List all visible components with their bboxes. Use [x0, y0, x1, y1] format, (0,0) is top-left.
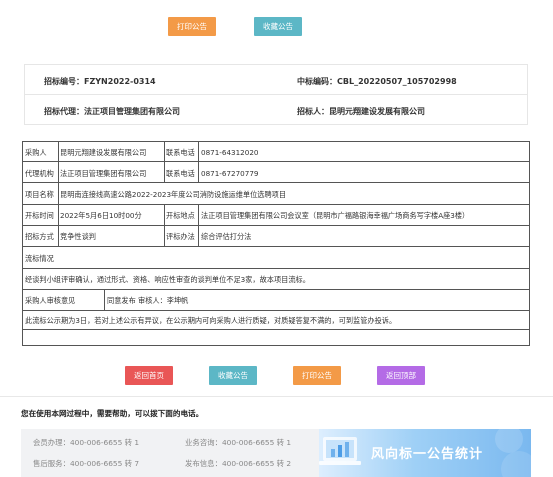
print-notice-button[interactable]: 打印公告	[168, 17, 216, 36]
project-label: 项目名称	[25, 190, 54, 199]
help-title: 您在使用本网过程中，需要帮助，可以拨下面的电话。	[21, 409, 204, 418]
agency-phone: 0871-67270779	[201, 169, 259, 178]
open-place-label: 开标地点	[166, 211, 195, 220]
purchaser-label: 采购人	[25, 148, 47, 157]
tender-number: 招标编号：FZYN2022-0314	[44, 76, 156, 87]
section-divider	[0, 396, 553, 397]
tender-agency-label: 招标代理：	[44, 107, 84, 116]
tenderer-label: 招标人：	[297, 107, 329, 116]
banner-title: 风向标一公告统计	[371, 447, 484, 462]
detail-table: 采购人 昆明元翔建设发展有限公司 联系电话 0871-64312020 代理机构…	[22, 141, 530, 346]
after-sales-phone: 售后服务：400-006-6655 转 7	[33, 459, 140, 468]
tender-number-label: 招标编号：	[44, 77, 84, 86]
notice-statistics-banner[interactable]: 风向标一公告统计	[319, 429, 531, 477]
purchaser-phone: 0871-64312020	[201, 148, 259, 157]
return-home-button[interactable]: 返回首页	[125, 366, 173, 385]
open-time-label: 开标时间	[25, 211, 54, 220]
business-consult-phone: 业务咨询：400-006-6655 转 1	[185, 438, 292, 447]
purchaser-phone-label: 联系电话	[166, 148, 195, 157]
page-card: 打印公告 收藏公告 招标编号：FZYN2022-0314 中标编码：CBL_20…	[0, 0, 553, 477]
tender-agency: 招标代理：法正项目管理集团有限公司	[44, 106, 180, 117]
tender-agency-value: 法正项目管理集团有限公司	[84, 107, 180, 116]
agency-label: 代理机构	[25, 169, 54, 178]
open-place-value: 法正项目管理集团有限公司会议室（昆明市广福路银海幸福广场商务写字楼A座3楼）	[201, 211, 470, 220]
platform-number-label: 中标编码：	[297, 77, 337, 86]
review-label: 采购人审核意见	[25, 296, 76, 305]
platform-number-value: CBL_20220507_105702998	[337, 77, 457, 86]
print-notice-bottom-button[interactable]: 打印公告	[293, 366, 341, 385]
open-time-value: 2022年5月6日10时00分	[60, 211, 142, 220]
notice-text: 此流标公示期为3日，若对上述公示有异议，在公示期内可向采购人进行质疑，对质疑答复…	[25, 316, 397, 325]
member-service-phone: 会员办理：400-006-6655 转 1	[33, 438, 140, 447]
agency-value: 法正项目管理集团有限公司	[60, 169, 147, 178]
tender-number-value: FZYN2022-0314	[84, 77, 156, 86]
method-value: 竞争性谈判	[60, 232, 96, 241]
info-divider	[25, 94, 527, 95]
favorite-notice-button[interactable]: 收藏公告	[254, 17, 302, 36]
platform-number: 中标编码：CBL_20220507_105702998	[297, 76, 457, 87]
review-value: 同意发布 审核人：李坤帆	[107, 296, 189, 305]
publish-info-phone: 发布信息：400-006-6655 转 2	[185, 459, 292, 468]
project-value: 昆明南连接线高速公路2022-2023年度公司消防设施运维单位选聘项目	[60, 190, 287, 199]
eval-value: 综合评估打分法	[201, 232, 252, 241]
back-to-top-button[interactable]: 返回顶部	[377, 366, 425, 385]
tender-info-box: 招标编号：FZYN2022-0314 中标编码：CBL_20220507_105…	[24, 64, 528, 125]
agency-phone-label: 联系电话	[166, 169, 195, 178]
method-label: 招标方式	[25, 232, 54, 241]
eval-label: 评标办法	[166, 232, 195, 241]
favorite-notice-bottom-button[interactable]: 收藏公告	[209, 366, 257, 385]
tenderer-value: 昆明元翔建设发展有限公司	[329, 107, 425, 116]
tenderer: 招标人：昆明元翔建设发展有限公司	[297, 106, 425, 117]
status-text: 经谈判小组评审确认，通过形式、资格、响应性审查的谈判单位不足3家，故本项目流标。	[25, 275, 310, 284]
status-label: 流标情况	[25, 254, 54, 263]
purchaser-value: 昆明元翔建设发展有限公司	[60, 148, 147, 157]
